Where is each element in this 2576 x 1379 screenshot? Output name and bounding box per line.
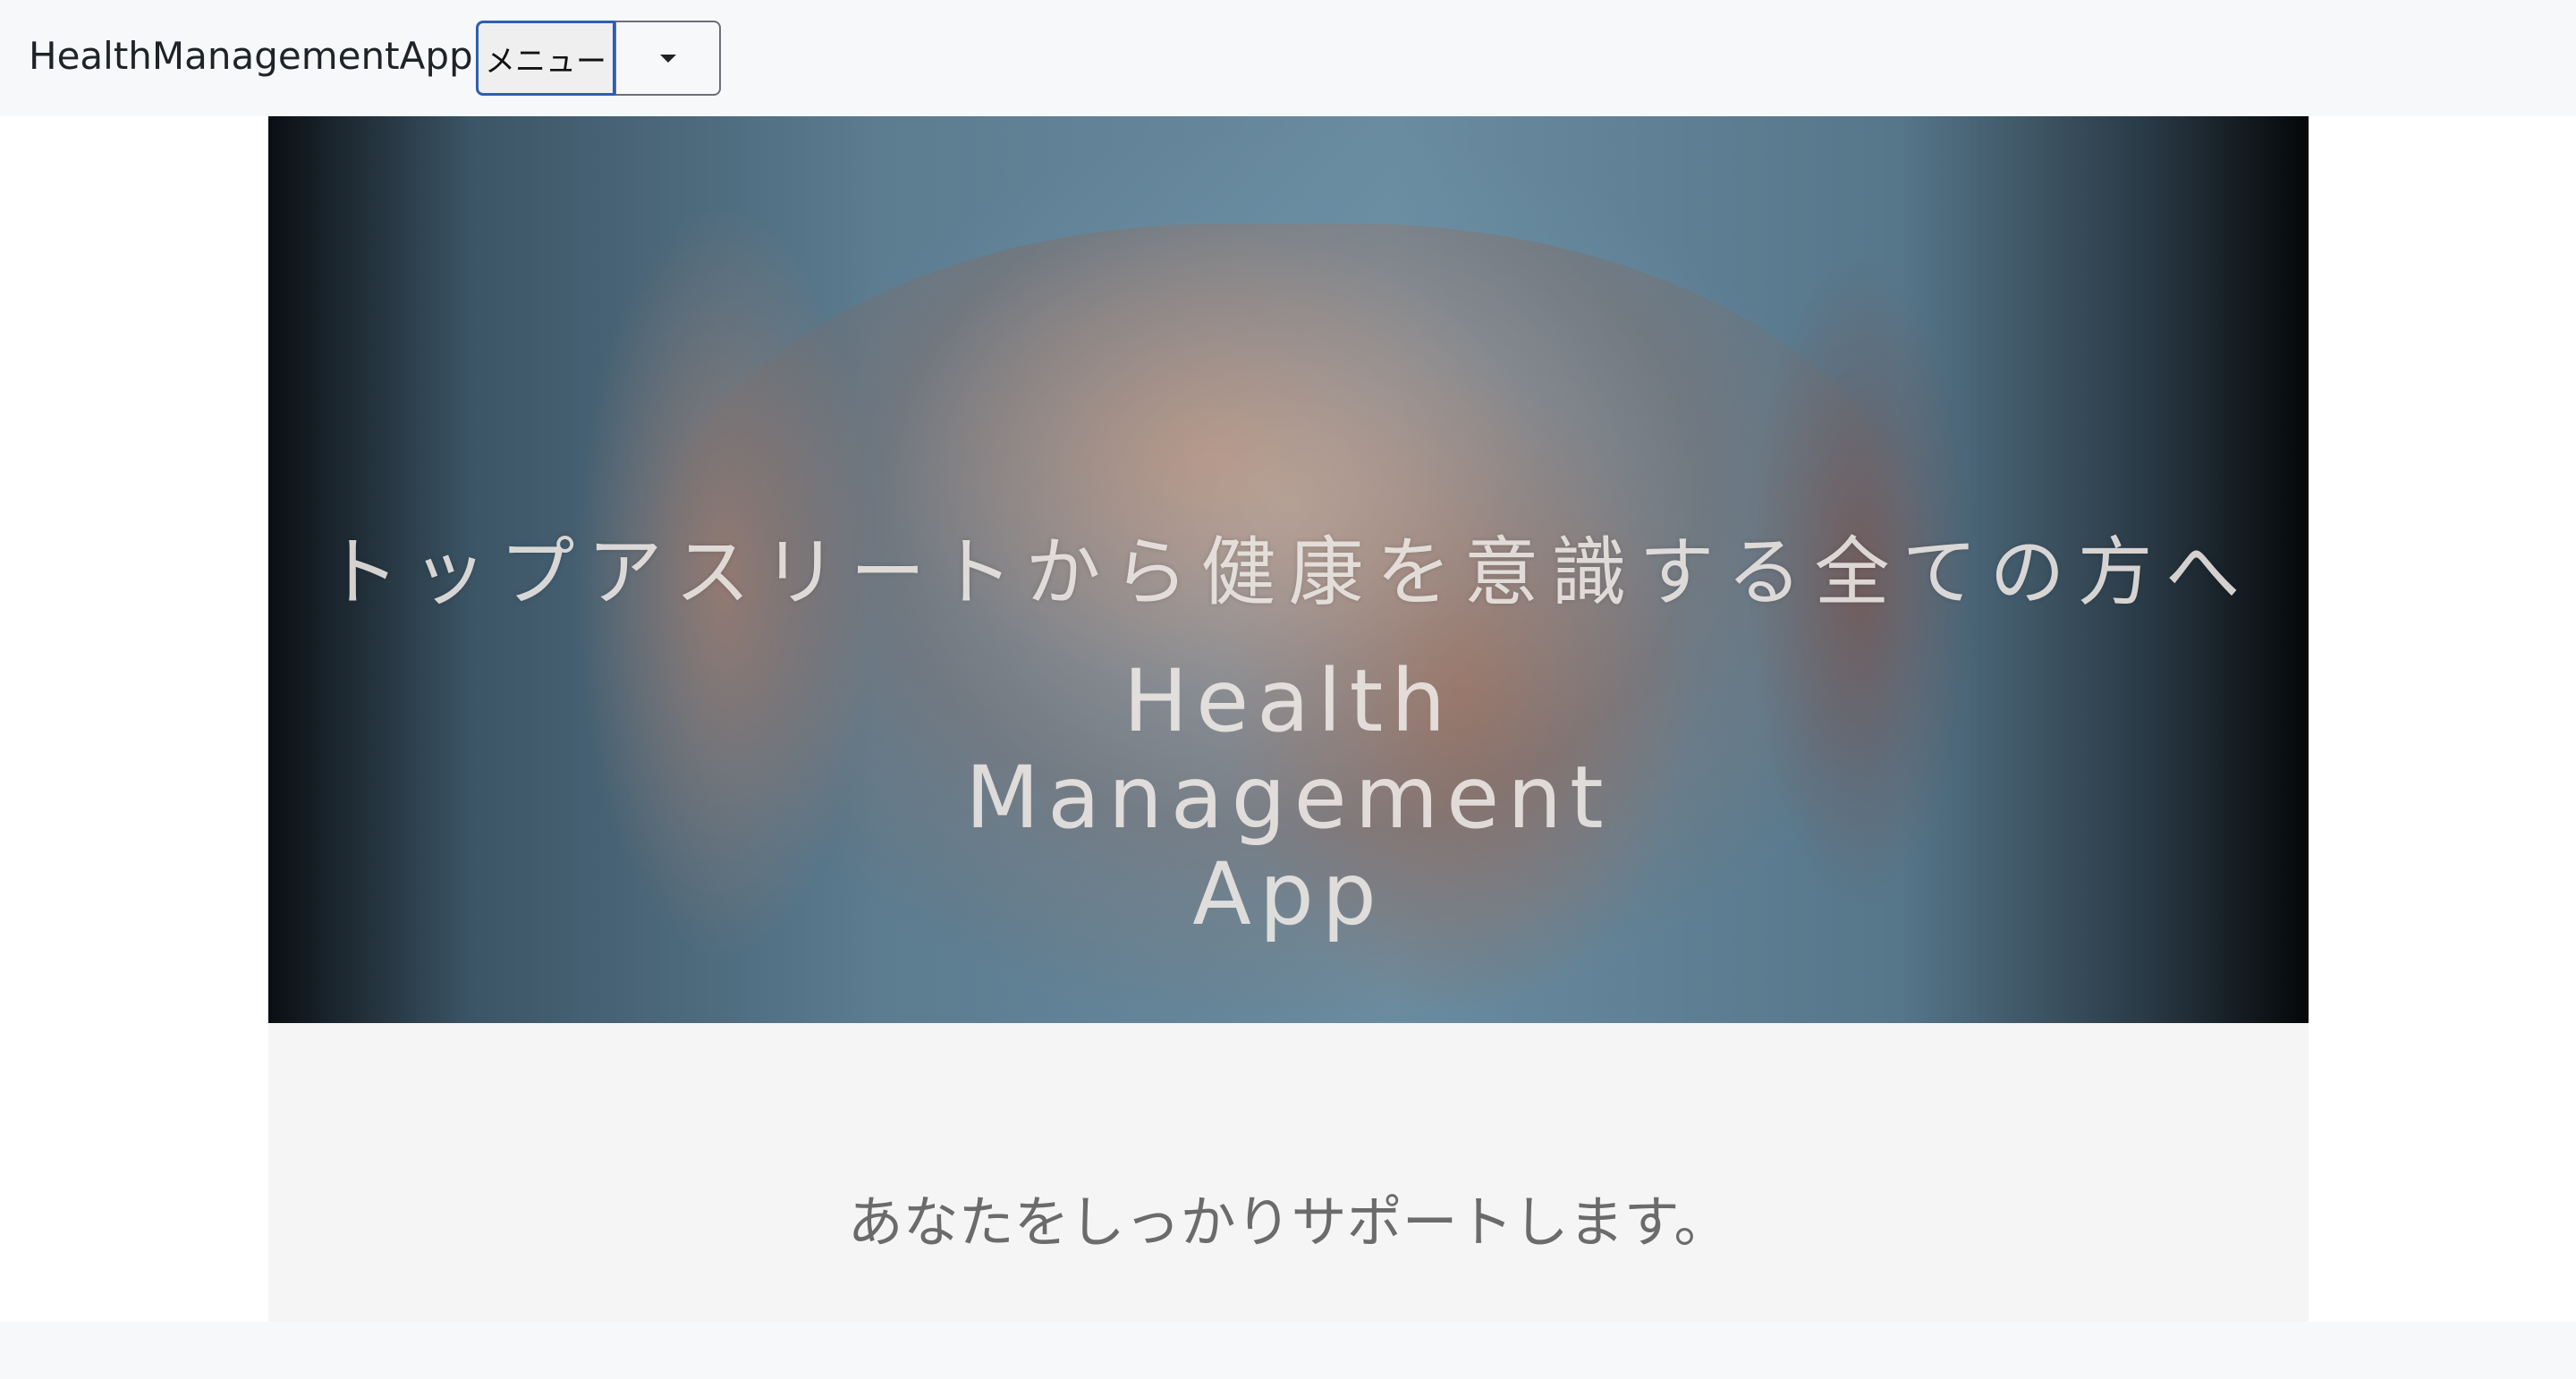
brand-link[interactable]: HealthManagementApp — [29, 34, 473, 78]
hero-title: Health Management App — [268, 653, 2309, 943]
support-text: あなたをしっかりサポートします。 — [847, 1189, 1730, 1255]
hero-title-line: App — [1192, 844, 1385, 944]
hero-title-line: Management — [965, 748, 1612, 848]
caret-down-icon — [659, 54, 676, 63]
menu-button[interactable]: メニュー — [476, 21, 615, 96]
hero-banner: トップアスリートから健康を意識する全ての方へ Health Management… — [268, 116, 2309, 1023]
support-section: あなたをしっかりサポートします。 — [268, 1023, 2309, 1322]
menu-dropdown-toggle[interactable] — [615, 21, 721, 96]
main-content: トップアスリートから健康を意識する全ての方へ Health Management… — [0, 116, 2576, 1322]
hero-tagline: トップアスリートから健康を意識する全ての方へ — [324, 529, 2253, 616]
navbar: HealthManagementApp メニュー — [0, 0, 2576, 116]
hero-text: トップアスリートから健康を意識する全ての方へ Health Management… — [268, 116, 2309, 1023]
menu-button-group: メニュー — [476, 21, 721, 96]
hero-title-line: Health — [1123, 651, 1454, 751]
